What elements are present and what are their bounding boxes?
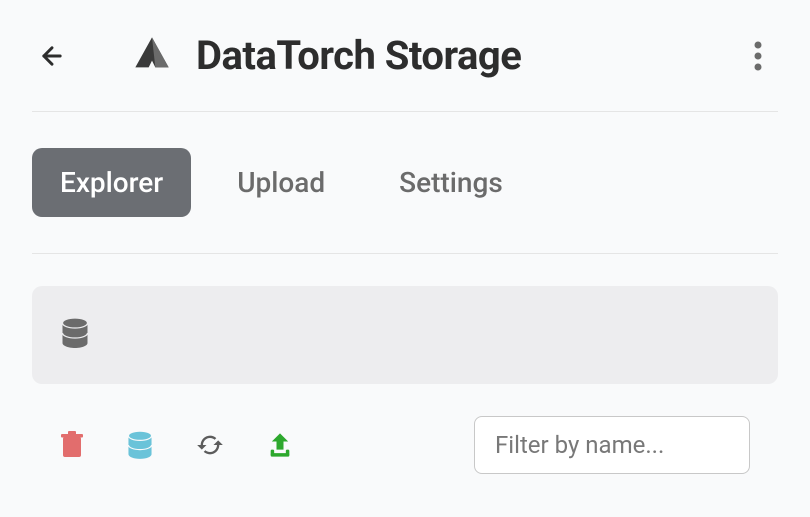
arrow-left-icon	[38, 42, 66, 70]
sync-icon	[196, 431, 224, 459]
tab-explorer[interactable]: Explorer	[32, 148, 191, 217]
trash-icon	[60, 431, 84, 459]
page-title: DataTorch Storage	[196, 32, 521, 79]
logo-icon	[132, 34, 172, 78]
delete-button[interactable]	[60, 431, 84, 459]
upload-icon	[266, 431, 294, 459]
filter-input[interactable]	[474, 416, 750, 474]
tab-upload[interactable]: Upload	[209, 148, 353, 217]
database-icon	[60, 316, 90, 354]
breadcrumb[interactable]	[32, 286, 778, 384]
tabs: Explorer Upload Settings	[32, 112, 778, 254]
database-icon	[126, 430, 154, 460]
tab-settings[interactable]: Settings	[371, 148, 531, 217]
back-button[interactable]	[32, 36, 72, 76]
refresh-button[interactable]	[196, 431, 224, 459]
dots-vertical-icon	[754, 41, 762, 71]
header: DataTorch Storage	[32, 32, 778, 112]
toolbar-left	[60, 430, 294, 460]
logo-section: DataTorch Storage	[132, 32, 738, 79]
storage-button[interactable]	[126, 430, 154, 460]
menu-button[interactable]	[738, 36, 778, 76]
toolbar	[32, 416, 778, 474]
upload-button[interactable]	[266, 431, 294, 459]
